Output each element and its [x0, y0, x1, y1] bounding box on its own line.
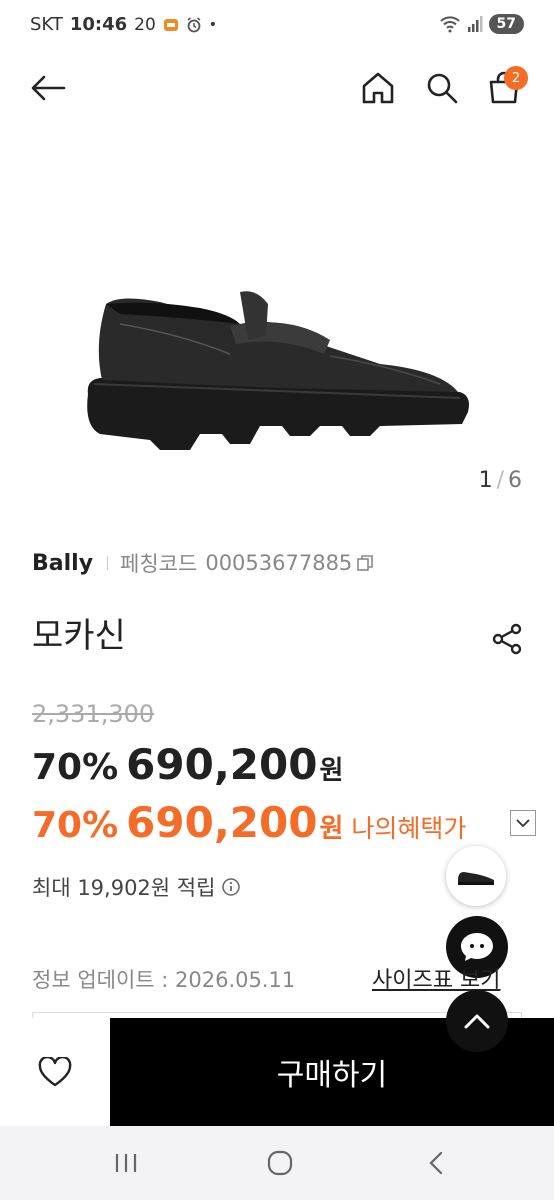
recent-apps-icon	[115, 1154, 137, 1172]
notification-app-icon	[163, 18, 178, 31]
signal-icon	[467, 16, 483, 32]
wishlist-button[interactable]	[0, 1018, 110, 1126]
benefit-price-row: 70% 690,200 원 나의혜택가	[32, 798, 466, 847]
chevron-down-icon	[516, 819, 530, 828]
fetching-code-label: 페칭코드	[120, 552, 198, 576]
original-price: 2,331,300	[32, 700, 155, 728]
benefit-currency-unit: 원	[319, 814, 344, 844]
cart-count-badge: 2	[504, 66, 528, 90]
benefit-discount-percent: 70%	[32, 805, 119, 846]
chat-bubble-icon	[461, 933, 493, 961]
system-home-button[interactable]	[260, 1148, 300, 1178]
image-page-indicator: 1/6	[479, 468, 522, 493]
recently-viewed-button[interactable]	[446, 846, 506, 906]
alarm-icon	[187, 16, 201, 32]
brand-name[interactable]: Bally	[32, 551, 93, 576]
benefit-price: 690,200	[126, 798, 318, 847]
chevron-up-icon	[464, 1014, 490, 1029]
search-icon	[427, 73, 458, 104]
heart-icon	[38, 1057, 72, 1087]
back-button[interactable]	[28, 68, 68, 108]
system-back-button[interactable]	[416, 1148, 456, 1178]
clock: 10:46	[69, 14, 128, 35]
points-row: 최대 19,902원 적립	[32, 872, 241, 902]
info-icon[interactable]	[221, 877, 241, 897]
sale-price-row: 70% 690,200 원	[32, 740, 343, 789]
copy-icon[interactable]	[356, 554, 374, 572]
back-arrow-icon	[31, 75, 66, 101]
share-button[interactable]	[490, 622, 524, 656]
recent-product-thumbnail-icon	[458, 872, 494, 885]
size-chart-link[interactable]: 사이즈표 보기	[372, 962, 500, 994]
carrier-label: SKT	[30, 14, 63, 35]
temperature: 20	[134, 14, 156, 35]
share-icon	[492, 623, 522, 655]
fetching-code-value: 00053677885	[205, 551, 353, 575]
page-separator: /	[496, 468, 504, 493]
battery-indicator: 57	[488, 14, 524, 34]
scroll-to-top-button[interactable]	[446, 990, 508, 1052]
search-button[interactable]	[422, 68, 462, 108]
sale-price: 690,200	[126, 740, 318, 789]
currency-unit: 원	[319, 756, 344, 786]
max-points-text: 최대 19,902원 적립	[32, 876, 216, 900]
product-image-gallery[interactable]: 1/6	[0, 124, 554, 514]
total-image-count: 6	[508, 468, 522, 493]
product-title: 모카신	[32, 616, 126, 656]
discount-percent: 70%	[32, 747, 119, 788]
current-image-index: 1	[478, 468, 493, 493]
status-dot: •	[208, 16, 218, 33]
product-image	[87, 291, 469, 450]
top-header: 2	[0, 52, 554, 124]
my-benefit-price-label: 나의혜택가	[351, 814, 467, 843]
system-navigation-bar	[0, 1126, 554, 1200]
status-bar: SKT 10:46 20 • 57	[0, 0, 554, 52]
system-back-icon	[429, 1151, 443, 1175]
brand-divider	[107, 556, 109, 570]
wifi-icon	[439, 16, 460, 33]
home-icon	[362, 72, 394, 104]
recent-apps-button[interactable]	[106, 1148, 146, 1178]
brand-row: Bally 페칭코드 00053677885	[32, 548, 374, 578]
benefit-expand-button[interactable]	[510, 810, 536, 836]
system-home-icon	[267, 1150, 293, 1176]
cart-button[interactable]: 2	[484, 66, 528, 108]
info-update-date: 정보 업데이트 : 2026.05.11	[32, 968, 296, 992]
home-button[interactable]	[358, 68, 398, 108]
